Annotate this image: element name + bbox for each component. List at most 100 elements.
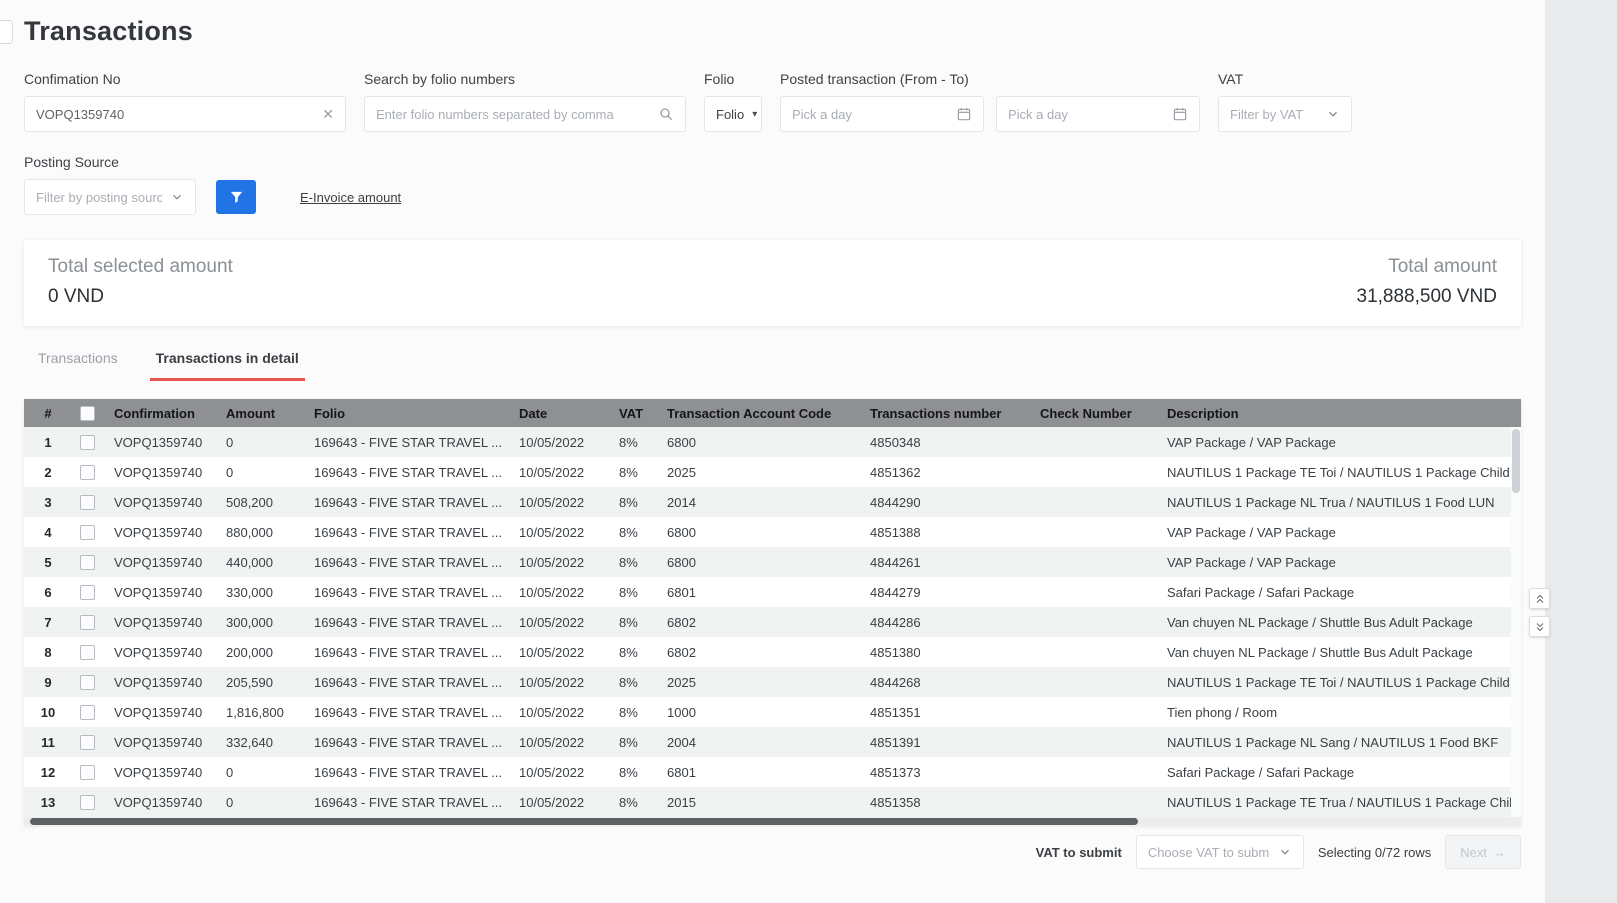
cell-description: NAUTILUS 1 Package TE Trua / NAUTILUS 1 … [1159, 787, 1521, 817]
cell-description: Van chuyen NL Package / Shuttle Bus Adul… [1159, 607, 1521, 637]
cell-folio: 169643 - FIVE STAR TRAVEL ... [306, 697, 511, 727]
cell-vat: 8% [611, 667, 659, 697]
cell-vat: 8% [611, 457, 659, 487]
cell-transaction-account-code: 6801 [659, 577, 862, 607]
next-button[interactable]: Next → [1445, 835, 1521, 869]
table-row[interactable]: 4 VOPQ1359740 880,000 169643 - FIVE STAR… [24, 517, 1521, 547]
vat-to-submit-label: VAT to submit [1036, 845, 1122, 860]
cell-amount: 0 [218, 757, 306, 787]
tab-transactions-in-detail[interactable]: Transactions in detail [150, 348, 305, 381]
posting-source-dropdown[interactable]: Filter by posting source [24, 179, 196, 215]
table-row[interactable]: 8 VOPQ1359740 200,000 169643 - FIVE STAR… [24, 637, 1521, 667]
vertical-scrollbar[interactable] [1511, 427, 1521, 817]
double-chevron-up-icon [1534, 593, 1546, 605]
cell-date: 10/05/2022 [511, 517, 611, 547]
row-checkbox[interactable] [80, 555, 95, 570]
cell-check-number [1032, 487, 1159, 517]
table-row[interactable]: 6 VOPQ1359740 330,000 169643 - FIVE STAR… [24, 577, 1521, 607]
cell-description: VAP Package / VAP Package [1159, 427, 1521, 457]
cell-description: NAUTILUS 1 Package TE Toi / NAUTILUS 1 P… [1159, 457, 1521, 487]
folio-search-filter: Search by folio numbers [364, 71, 686, 132]
page-title: Transactions [24, 16, 1521, 47]
table-row[interactable]: 7 VOPQ1359740 300,000 169643 - FIVE STAR… [24, 607, 1521, 637]
cell-transactions-number: 4851391 [862, 727, 1032, 757]
vat-dropdown[interactable]: Filter by VAT [1218, 96, 1352, 132]
cell-date: 10/05/2022 [511, 457, 611, 487]
cell-folio: 169643 - FIVE STAR TRAVEL ... [306, 667, 511, 697]
table-row[interactable]: 3 VOPQ1359740 508,200 169643 - FIVE STAR… [24, 487, 1521, 517]
horizontal-scrollbar[interactable] [24, 817, 1521, 826]
cell-date: 10/05/2022 [511, 577, 611, 607]
header-vat: VAT [611, 399, 659, 427]
table-row[interactable]: 10 VOPQ1359740 1,816,800 169643 - FIVE S… [24, 697, 1521, 727]
transactions-page: Transactions Confimation No ✕ Search by … [0, 0, 1545, 903]
funnel-icon [228, 189, 245, 206]
cell-vat: 8% [611, 427, 659, 457]
row-checkbox[interactable] [80, 495, 95, 510]
cell-amount: 508,200 [218, 487, 306, 517]
folio-dropdown-value: Folio [716, 107, 744, 122]
clear-icon[interactable]: ✕ [322, 106, 334, 123]
confirmation-input-wrap: ✕ [24, 96, 346, 132]
horizontal-scrollbar-thumb[interactable] [30, 818, 1138, 825]
row-checkbox-cell [72, 547, 106, 577]
cell-confirmation: VOPQ1359740 [106, 727, 218, 757]
cell-amount: 200,000 [218, 637, 306, 667]
folio-search-input[interactable] [376, 107, 650, 122]
sidebar-toggle[interactable] [0, 20, 13, 44]
cell-date: 10/05/2022 [511, 487, 611, 517]
table-row[interactable]: 9 VOPQ1359740 205,590 169643 - FIVE STAR… [24, 667, 1521, 697]
chevron-down-icon [1326, 107, 1340, 121]
row-checkbox[interactable] [80, 675, 95, 690]
table-row[interactable]: 2 VOPQ1359740 0 169643 - FIVE STAR TRAVE… [24, 457, 1521, 487]
table-row[interactable]: 12 VOPQ1359740 0 169643 - FIVE STAR TRAV… [24, 757, 1521, 787]
vertical-scrollbar-thumb[interactable] [1512, 429, 1520, 493]
row-index: 3 [24, 487, 72, 517]
table-row[interactable]: 1 VOPQ1359740 0 169643 - FIVE STAR TRAVE… [24, 427, 1521, 457]
date-to-input[interactable]: Pick a day [996, 96, 1200, 132]
total-selected-label: Total selected amount [48, 256, 233, 278]
cell-description: Safari Package / Safari Package [1159, 577, 1521, 607]
cell-folio: 169643 - FIVE STAR TRAVEL ... [306, 457, 511, 487]
vat-to-submit-select[interactable]: Choose VAT to submit [1136, 835, 1304, 869]
calendar-icon[interactable] [1172, 106, 1188, 122]
row-checkbox[interactable] [80, 585, 95, 600]
table-row[interactable]: 5 VOPQ1359740 440,000 169643 - FIVE STAR… [24, 547, 1521, 577]
table-row[interactable]: 11 VOPQ1359740 332,640 169643 - FIVE STA… [24, 727, 1521, 757]
posting-source-label: Posting Source [24, 154, 196, 170]
row-checkbox[interactable] [80, 705, 95, 720]
row-checkbox[interactable] [80, 795, 95, 810]
e-invoice-amount-link[interactable]: E-Invoice amount [300, 190, 401, 205]
row-checkbox[interactable] [80, 765, 95, 780]
apply-filter-button[interactable] [216, 180, 256, 214]
row-checkbox[interactable] [80, 435, 95, 450]
cell-vat: 8% [611, 487, 659, 517]
row-checkbox-cell [72, 637, 106, 667]
row-checkbox[interactable] [80, 525, 95, 540]
table-row[interactable]: 13 VOPQ1359740 0 169643 - FIVE STAR TRAV… [24, 787, 1521, 817]
cell-check-number [1032, 457, 1159, 487]
header-transaction-account-code: Transaction Account Code [659, 399, 862, 427]
tab-transactions[interactable]: Transactions [32, 348, 124, 381]
transactions-table-card: # Confirmation Amount Folio Date VAT Tra… [24, 399, 1521, 826]
calendar-icon[interactable] [956, 106, 972, 122]
chevron-down-icon [1278, 845, 1292, 859]
select-all-checkbox[interactable] [80, 406, 95, 421]
date-from-input[interactable]: Pick a day [780, 96, 984, 132]
cell-date: 10/05/2022 [511, 427, 611, 457]
date-to-placeholder: Pick a day [1008, 107, 1164, 122]
folio-dropdown[interactable]: Folio ▾ [704, 96, 762, 132]
cell-folio: 169643 - FIVE STAR TRAVEL ... [306, 577, 511, 607]
cell-amount: 300,000 [218, 607, 306, 637]
scroll-to-bottom-button[interactable] [1529, 616, 1550, 637]
cell-date: 10/05/2022 [511, 787, 611, 817]
row-checkbox[interactable] [80, 465, 95, 480]
cell-vat: 8% [611, 607, 659, 637]
cell-transaction-account-code: 2025 [659, 667, 862, 697]
header-confirmation: Confirmation [106, 399, 218, 427]
row-checkbox[interactable] [80, 735, 95, 750]
row-checkbox[interactable] [80, 615, 95, 630]
scroll-to-top-button[interactable] [1529, 588, 1550, 609]
row-checkbox[interactable] [80, 645, 95, 660]
confirmation-input[interactable] [36, 107, 314, 122]
